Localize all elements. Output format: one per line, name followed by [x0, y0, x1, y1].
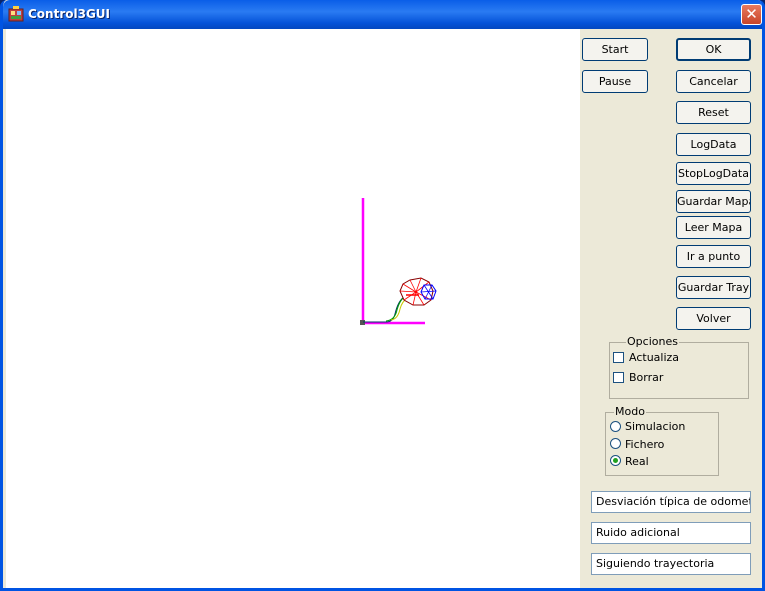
stoplogdata-button[interactable]: StopLogData: [676, 162, 751, 185]
fichero-radio[interactable]: [610, 438, 621, 449]
borrar-label: Borrar: [629, 371, 664, 384]
actualiza-checkbox[interactable]: [613, 352, 624, 363]
window-title: Control3GUI: [28, 7, 111, 21]
ir-a-punto-button[interactable]: Ir a punto: [676, 245, 751, 268]
app-window: Control3GUI ✕ Start Pause OK Cancelar Re…: [0, 0, 765, 591]
title-bar[interactable]: Control3GUI ✕: [3, 0, 762, 29]
logdata-button[interactable]: LogData: [676, 133, 751, 156]
opciones-label: Opciones: [626, 335, 679, 348]
volver-button[interactable]: Volver: [676, 307, 751, 330]
guardar-tray-button[interactable]: Guardar Tray: [676, 276, 751, 299]
fichero-label: Fichero: [625, 438, 665, 451]
close-icon: ✕: [745, 5, 758, 23]
pause-button[interactable]: Pause: [582, 70, 648, 93]
map-canvas[interactable]: [6, 29, 580, 588]
ruido-field[interactable]: Ruido adicional: [591, 522, 751, 544]
simulacion-radio[interactable]: [610, 421, 621, 432]
borrar-checkbox[interactable]: [613, 372, 624, 383]
radio-selected-dot: [613, 458, 618, 463]
guardar-mapa-button[interactable]: Guardar Mapa: [676, 190, 751, 213]
ok-button[interactable]: OK: [676, 38, 751, 61]
trayectoria-field[interactable]: Siguiendo trayectoria: [591, 553, 751, 575]
reset-button[interactable]: Reset: [676, 101, 751, 124]
simulacion-label: Simulacion: [625, 420, 686, 433]
app-icon: [8, 6, 24, 22]
start-button[interactable]: Start: [582, 38, 648, 61]
close-button[interactable]: ✕: [741, 4, 762, 25]
map-drawing: [360, 198, 437, 325]
modo-label: Modo: [614, 405, 646, 418]
cancel-button[interactable]: Cancelar: [676, 70, 751, 93]
real-label: Real: [625, 455, 649, 468]
odometria-field[interactable]: Desviación típica de odometría: [591, 491, 751, 513]
leer-mapa-button[interactable]: Leer Mapa: [676, 216, 751, 239]
actualiza-label: Actualiza: [629, 351, 680, 364]
real-radio[interactable]: [610, 455, 621, 466]
